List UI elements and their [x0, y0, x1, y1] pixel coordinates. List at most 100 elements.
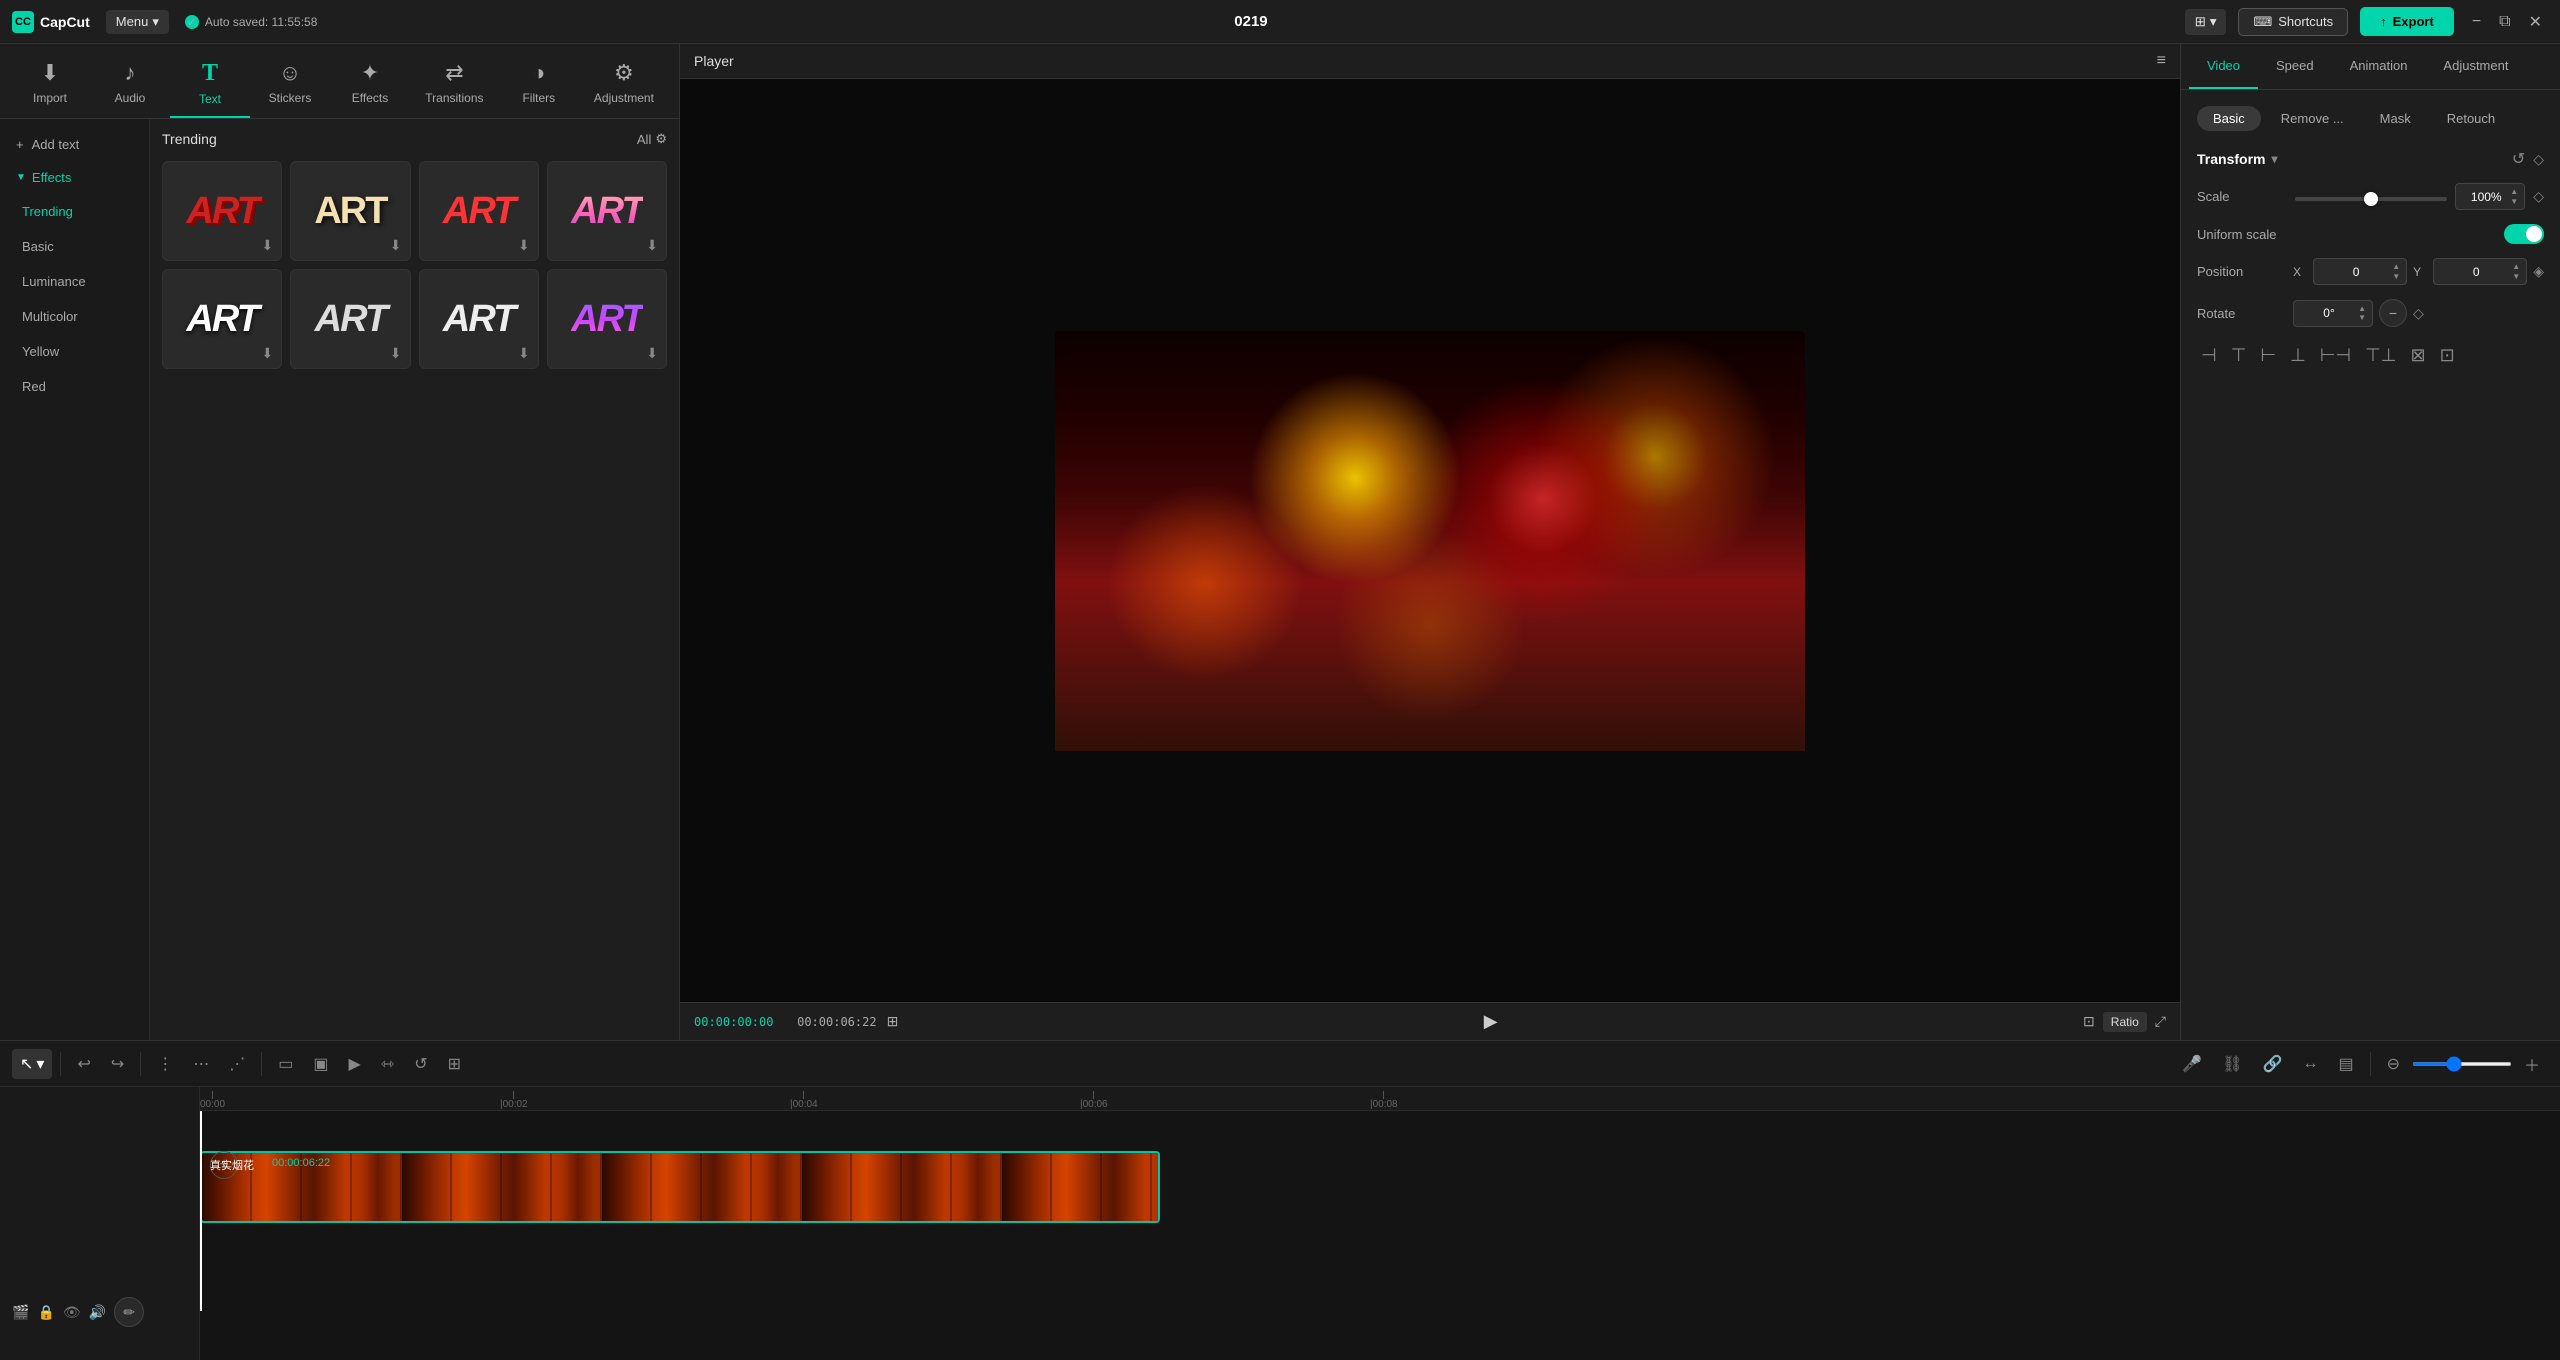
captions-button[interactable]: ▤: [2330, 1049, 2361, 1079]
delete-button[interactable]: ▭: [270, 1049, 301, 1079]
uniform-scale-toggle[interactable]: [2504, 224, 2544, 244]
distribute-h-button[interactable]: ⊠: [2406, 341, 2429, 370]
scale-step-up[interactable]: ▲: [2510, 187, 2518, 197]
effect-card-4[interactable]: ART ⬇: [547, 161, 667, 261]
flip-button[interactable]: ⇿: [373, 1049, 402, 1079]
sidebar-item-trending[interactable]: Trending: [6, 196, 143, 227]
sidebar-item-luminance[interactable]: Luminance: [6, 266, 143, 297]
tab-text[interactable]: T Text: [170, 52, 250, 118]
tab-audio[interactable]: ♪ Audio: [90, 52, 170, 118]
distribute-v-button[interactable]: ⊡: [2436, 341, 2459, 370]
track-edit-button[interactable]: ✏: [114, 1297, 144, 1327]
sidebar-item-basic[interactable]: Basic: [6, 231, 143, 262]
align-top-button[interactable]: ⊤: [2227, 341, 2251, 370]
tab-adjustment[interactable]: ⚙ Adjustment: [579, 52, 669, 118]
align-center-h-button[interactable]: ⊢⊣: [2316, 341, 2355, 370]
effect-card-8[interactable]: ART ⬇: [547, 269, 667, 369]
play-from-button[interactable]: ▶: [341, 1049, 369, 1079]
filter-button[interactable]: All ⚙: [637, 131, 667, 147]
link-icon-2: 🔗: [2263, 1054, 2283, 1074]
track-video-icon[interactable]: 🎬: [12, 1304, 29, 1321]
effect-card-1[interactable]: ART ⬇: [162, 161, 282, 261]
subtab-retouch[interactable]: Retouch: [2431, 106, 2511, 131]
zoom-out-button[interactable]: ⊖: [2379, 1049, 2408, 1079]
layout-button[interactable]: ⊞ ▾: [2185, 9, 2227, 35]
loop-button[interactable]: ↺: [406, 1049, 435, 1079]
play-button[interactable]: ▶: [1484, 1011, 1498, 1032]
rotate-down[interactable]: ▼: [2358, 313, 2366, 323]
fullscreen-button[interactable]: ⤢: [2155, 1013, 2166, 1030]
video-track[interactable]: 真实烟花 00:00:06:22: [200, 1151, 1160, 1223]
tab-video[interactable]: Video: [2189, 44, 2258, 89]
link-button-1[interactable]: ⛓: [2214, 1049, 2250, 1079]
effect-card-7[interactable]: ART ⬇: [419, 269, 539, 369]
link-button-2[interactable]: 🔗: [2255, 1049, 2291, 1079]
redo-button[interactable]: ↪: [103, 1049, 132, 1079]
add-text-button[interactable]: + Add text: [0, 129, 149, 160]
minimize-button[interactable]: −: [2466, 10, 2487, 34]
track-audio-button[interactable]: 🔊: [89, 1304, 106, 1321]
export-button[interactable]: ↑ Export: [2360, 7, 2454, 36]
tab-import[interactable]: ⬇ Import: [10, 52, 90, 118]
player-menu-button[interactable]: ≡: [2157, 52, 2166, 70]
ratio-button[interactable]: Ratio: [2103, 1012, 2147, 1032]
menu-button[interactable]: Menu ▾: [106, 10, 169, 34]
scale-step-down[interactable]: ▼: [2510, 197, 2518, 207]
select-tool[interactable]: ↖ ▾: [12, 1049, 52, 1079]
zoom-slider[interactable]: [2412, 1062, 2512, 1066]
align-right-button[interactable]: ⊢: [2256, 341, 2280, 370]
tab-effects[interactable]: ✦ Effects: [330, 52, 410, 118]
effect-card-3[interactable]: ART ⬇: [419, 161, 539, 261]
position-y-up[interactable]: ▲: [2512, 262, 2520, 272]
timeline-area: ↖ ▾ ↩ ↪ ⋮ ⋯ ⋰ ▭ ▣ ▶ ⇿: [0, 1040, 2560, 1360]
position-x-up[interactable]: ▲: [2392, 262, 2400, 272]
tab-adjustment[interactable]: Adjustment: [2425, 44, 2526, 89]
sidebar-item-red[interactable]: Red: [6, 371, 143, 402]
scale-slider[interactable]: [2295, 197, 2447, 201]
tab-stickers[interactable]: ☺ Stickers: [250, 52, 330, 118]
split-button-3[interactable]: ⋰: [221, 1049, 253, 1079]
track-visibility-button[interactable]: 👁: [63, 1304, 81, 1321]
playhead[interactable]: [200, 1111, 202, 1311]
rotate-keyframe-button[interactable]: ◇: [2413, 305, 2424, 322]
effect-card-5[interactable]: ART ⬇: [162, 269, 282, 369]
close-button[interactable]: ✕: [2523, 10, 2548, 34]
subtab-basic[interactable]: Basic: [2197, 106, 2261, 131]
tab-speed[interactable]: Speed: [2258, 44, 2332, 89]
subtab-remove[interactable]: Remove ...: [2265, 106, 2360, 131]
undo-button[interactable]: ↩: [69, 1049, 98, 1079]
scale-keyframe-button[interactable]: ◇: [2533, 188, 2544, 205]
effect-card-6[interactable]: ART ⬇: [290, 269, 410, 369]
crop-button[interactable]: ⊞: [440, 1049, 469, 1079]
grid-view-button[interactable]: ⊞: [887, 1013, 899, 1030]
shortcuts-button[interactable]: ⌨ Shortcuts: [2238, 8, 2348, 36]
rotate-circle-button[interactable]: −: [2379, 299, 2407, 327]
split-button-1[interactable]: ⋮: [149, 1049, 181, 1079]
split-button-2[interactable]: ⋯: [185, 1049, 217, 1079]
position-keyframe-button[interactable]: ◈: [2533, 263, 2544, 280]
position-y-down[interactable]: ▼: [2512, 272, 2520, 282]
position-x-down[interactable]: ▼: [2392, 272, 2400, 282]
wrap-button[interactable]: ▣: [305, 1049, 336, 1079]
keyframe-button[interactable]: ◇: [2533, 149, 2544, 169]
rotate-up[interactable]: ▲: [2358, 304, 2366, 314]
tab-transitions[interactable]: ⇄ Transitions: [410, 52, 499, 118]
align-center-v-button[interactable]: ⊤⊥: [2361, 341, 2400, 370]
fullscreen-fit-button[interactable]: ⊡: [2083, 1013, 2095, 1030]
sync-button[interactable]: ↔: [2294, 1050, 2326, 1078]
reset-button[interactable]: ↺: [2512, 149, 2525, 169]
tab-animation[interactable]: Animation: [2332, 44, 2426, 89]
align-left-button[interactable]: ⊣: [2197, 341, 2221, 370]
track-lock-button[interactable]: 🔒: [37, 1304, 54, 1321]
tab-filters[interactable]: ◑ Filters: [499, 52, 579, 118]
sidebar-item-effects[interactable]: ▼ Effects: [0, 162, 149, 193]
effect-card-2[interactable]: ART ⬇: [290, 161, 410, 261]
add-media-button[interactable]: ＋: [2516, 1047, 2548, 1081]
restore-button[interactable]: ⧉: [2493, 10, 2516, 34]
align-bottom-button[interactable]: ⊥: [2286, 341, 2310, 370]
section-actions: ↺ ◇: [2512, 149, 2544, 169]
sidebar-item-yellow[interactable]: Yellow: [6, 336, 143, 367]
microphone-button[interactable]: 🎤: [2174, 1049, 2210, 1079]
sidebar-item-multicolor[interactable]: Multicolor: [6, 301, 143, 332]
subtab-mask[interactable]: Mask: [2364, 106, 2427, 131]
